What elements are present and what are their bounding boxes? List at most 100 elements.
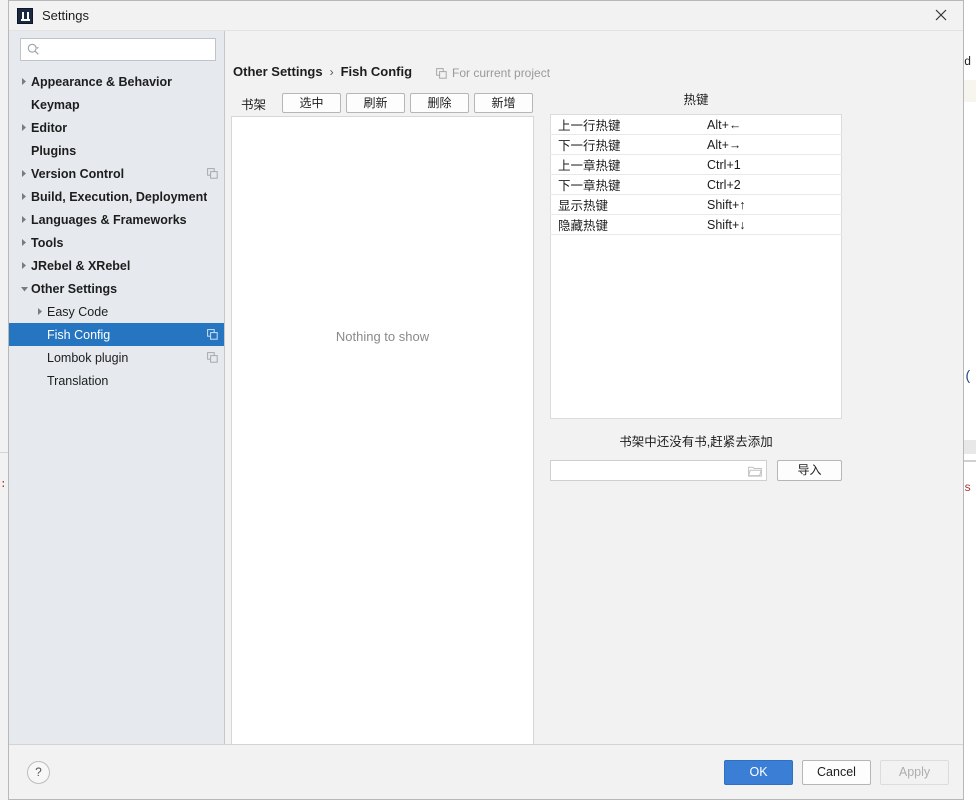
background-right-rule: [964, 460, 976, 462]
sidebar-item-languages-frameworks[interactable]: Languages & Frameworks: [9, 208, 224, 231]
table-filler-cell: [700, 235, 842, 419]
bookshelf-toolbar: 书架 选中 刷新 删除 新增: [241, 93, 538, 113]
chevron-down-icon[interactable]: [17, 285, 31, 293]
add-button[interactable]: 新增: [474, 93, 534, 113]
sidebar-item-tools[interactable]: Tools: [9, 231, 224, 254]
hotkey-table[interactable]: 上一行热键 Alt+← 下一行热键 Alt+→ 上一章热键 Ctrl+1 下一章…: [550, 114, 842, 419]
sidebar-item-label: JRebel & XRebel: [31, 258, 131, 273]
cancel-button[interactable]: Cancel: [802, 759, 871, 785]
close-icon: [935, 9, 946, 21]
for-current-project-label: For current project: [452, 66, 551, 80]
copy-icon: [436, 67, 447, 79]
ok-button[interactable]: OK: [724, 759, 793, 785]
hotkey-value[interactable]: Ctrl+1: [700, 154, 842, 175]
chevron-right-icon[interactable]: [17, 238, 31, 247]
chevron-right-icon[interactable]: [17, 261, 31, 270]
hotkey-value[interactable]: Alt+←: [700, 114, 842, 135]
sidebar-item-build-execution-deployment[interactable]: Build, Execution, Deployment: [9, 185, 224, 208]
sidebar-item-label: Keymap: [31, 97, 80, 112]
import-row: 导入: [550, 460, 842, 481]
search-box[interactable]: [20, 38, 216, 61]
hotkey-name: 下一章热键: [550, 174, 700, 195]
apply-button[interactable]: Apply: [880, 759, 949, 785]
settings-dialog: Settings Appearance & Behavior Keymap Ed…: [8, 0, 964, 800]
import-path-field[interactable]: [550, 460, 767, 481]
background-right-highlight: [964, 80, 976, 102]
empty-list-text: Nothing to show: [335, 329, 430, 344]
for-current-project-note: For current project: [436, 66, 550, 80]
copy-icon: [207, 329, 218, 340]
table-row[interactable]: 下一行热键 Alt+→: [550, 134, 842, 155]
folder-icon[interactable]: [748, 465, 762, 477]
import-path-input[interactable]: [557, 461, 748, 480]
settings-content: Other Settings › Fish Config For current…: [225, 31, 963, 767]
background-right-code-3: s: [964, 481, 972, 495]
sidebar-item-label: Languages & Frameworks: [31, 212, 187, 227]
sidebar-item-label: Tools: [31, 235, 64, 250]
sidebar-item-label: Easy Code: [47, 304, 109, 319]
hotkey-name: 下一行热键: [550, 134, 700, 155]
delete-button[interactable]: 删除: [410, 93, 470, 113]
dialog-body: Appearance & Behavior Keymap Editor Plug…: [9, 31, 963, 767]
chevron-right-icon[interactable]: [33, 307, 47, 316]
sidebar-item-version-control[interactable]: Version Control: [9, 162, 224, 185]
table-row[interactable]: 显示热键 Shift+↑: [550, 194, 842, 215]
background-right-band: [964, 440, 976, 454]
hotkey-name: 隐藏热键: [550, 214, 700, 235]
background-right-code-1: d: [964, 55, 972, 69]
hotkey-value[interactable]: Ctrl+2: [700, 174, 842, 195]
sidebar-item-other-settings[interactable]: Other Settings: [9, 277, 224, 300]
sidebar-item-label: Version Control: [31, 166, 125, 181]
select-button[interactable]: 选中: [282, 93, 342, 113]
table-filler-cell: [551, 235, 701, 419]
sidebar-item-label: Translation: [47, 373, 109, 388]
chevron-right-icon[interactable]: [17, 169, 31, 178]
dialog-footer: ? OK Cancel Apply: [9, 744, 963, 799]
table-row[interactable]: 上一行热键 Alt+←: [550, 114, 842, 135]
hotkey-name: 显示热键: [550, 194, 700, 215]
sidebar-item-fish-config[interactable]: Fish Config: [9, 323, 224, 346]
background-left-code: :(: [0, 479, 8, 491]
import-button[interactable]: 导入: [777, 460, 842, 481]
sidebar-item-label: Build, Execution, Deployment: [31, 189, 208, 204]
hotkey-value[interactable]: Shift+↑: [700, 194, 842, 215]
search-container: [9, 38, 224, 69]
sidebar-item-editor[interactable]: Editor: [9, 116, 224, 139]
table-filler-row: [551, 235, 842, 419]
sidebar-item-lombok-plugin[interactable]: Lombok plugin: [9, 346, 224, 369]
close-button[interactable]: [918, 1, 963, 29]
sidebar-item-label: Editor: [31, 120, 68, 135]
copy-icon: [207, 352, 218, 363]
hotkey-name: 上一行热键: [550, 114, 700, 135]
settings-tree: Appearance & Behavior Keymap Editor Plug…: [9, 69, 224, 744]
table-row[interactable]: 隐藏热键 Shift+↓: [550, 214, 842, 235]
book-list-panel[interactable]: Nothing to show: [231, 116, 534, 767]
sidebar-item-translation[interactable]: Translation: [9, 369, 224, 392]
search-input[interactable]: [40, 39, 215, 60]
sidebar-item-appearance-behavior[interactable]: Appearance & Behavior: [9, 70, 224, 93]
chevron-right-icon[interactable]: [17, 77, 31, 86]
chevron-right-icon[interactable]: [17, 123, 31, 132]
chevron-right-icon[interactable]: [17, 192, 31, 201]
sidebar-item-keymap[interactable]: Keymap: [9, 93, 224, 116]
breadcrumb-parent[interactable]: Other Settings: [233, 64, 323, 79]
hotkey-value[interactable]: Shift+↓: [700, 214, 842, 235]
sidebar-item-easy-code[interactable]: Easy Code: [9, 300, 224, 323]
sidebar-item-label: Fish Config: [47, 327, 111, 342]
sidebar-item-plugins[interactable]: Plugins: [9, 139, 224, 162]
table-row[interactable]: 上一章热键 Ctrl+1: [550, 154, 842, 175]
breadcrumb-separator: ›: [329, 64, 334, 79]
help-button[interactable]: ?: [27, 760, 50, 784]
table-row[interactable]: 下一章热键 Ctrl+2: [550, 174, 842, 195]
bookshelf-label: 书架: [241, 97, 267, 112]
chevron-right-icon[interactable]: [17, 215, 31, 224]
hotkey-column: 热键 上一行热键 Alt+← 下一行热键 Alt+→ 上一章热键 Ctrl+1 …: [550, 93, 842, 481]
sidebar-item-jrebel-xrebel[interactable]: JRebel & XRebel: [9, 254, 224, 277]
screenshot-root: :( d ( s Settings: [0, 0, 976, 800]
background-left-divider: [0, 452, 8, 453]
settings-sidebar: Appearance & Behavior Keymap Editor Plug…: [9, 31, 225, 744]
refresh-button[interactable]: 刷新: [346, 93, 406, 113]
breadcrumb-current: Fish Config: [340, 64, 413, 79]
copy-icon: [207, 168, 218, 179]
hotkey-value[interactable]: Alt+→: [700, 134, 842, 155]
